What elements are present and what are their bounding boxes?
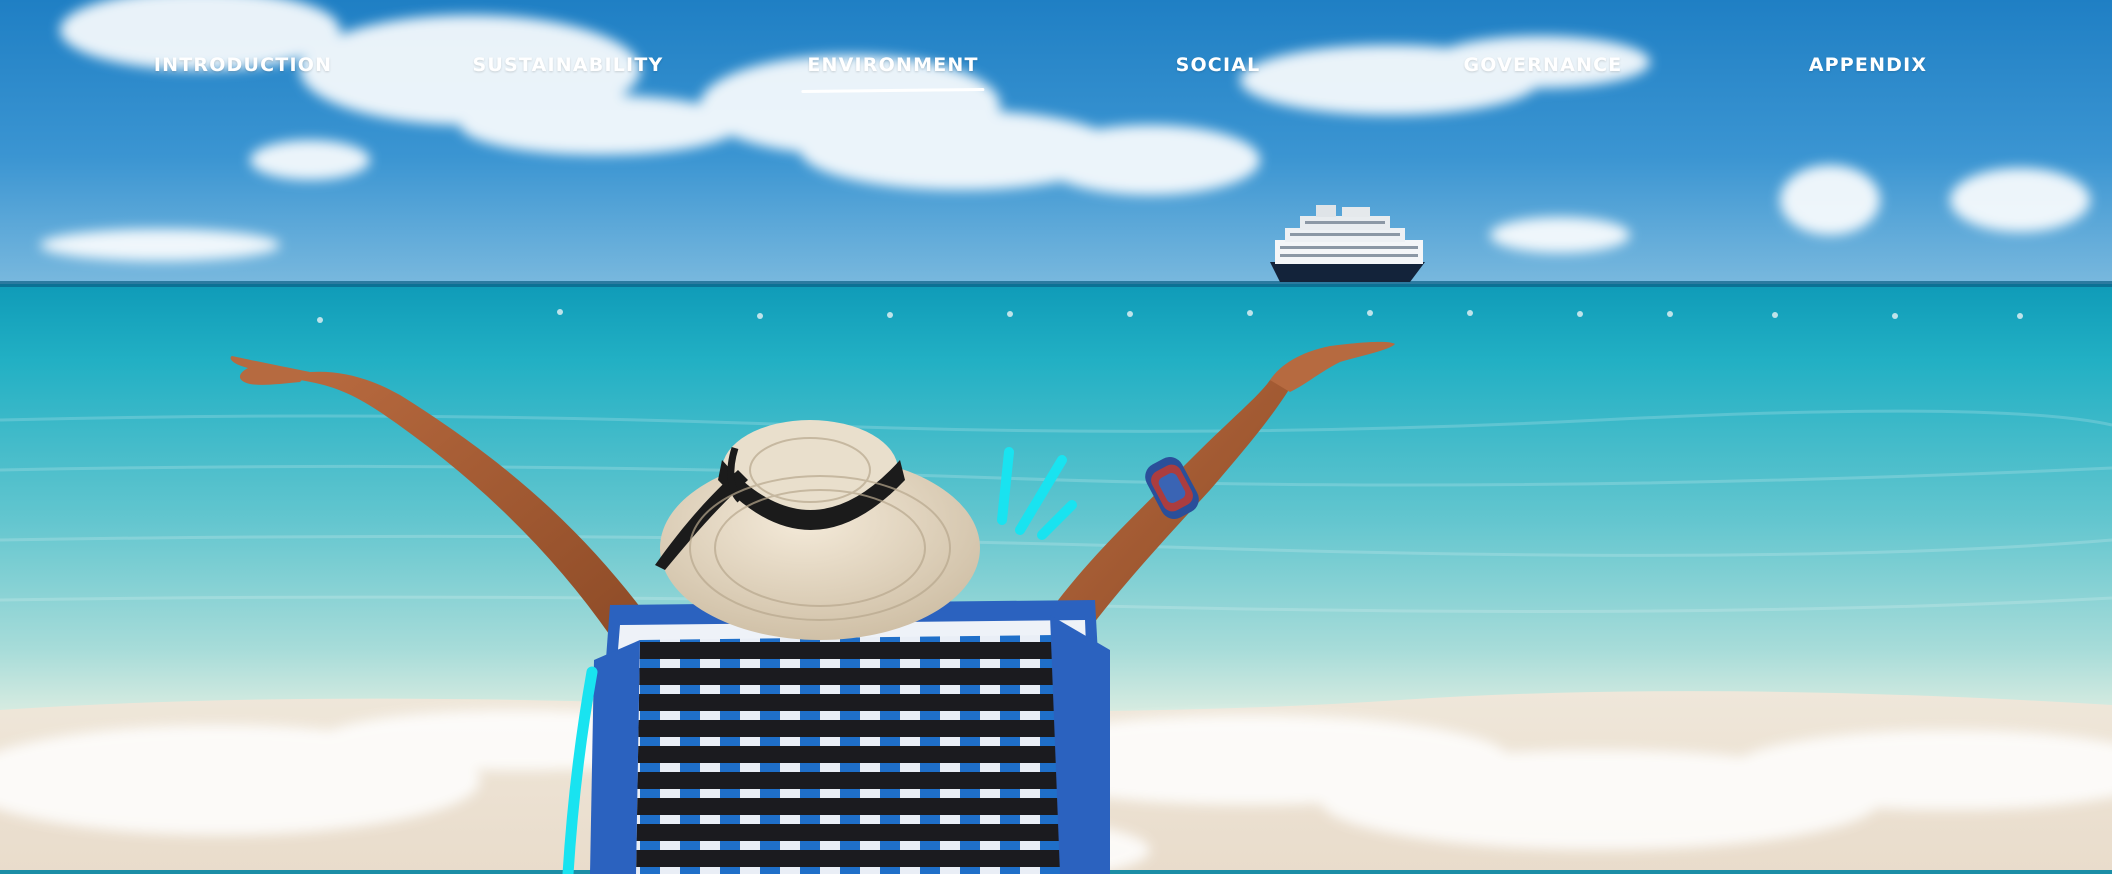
top-navigation: INTRODUCTION SUSTAINABILITY ENVIRONMENT … — [0, 0, 2112, 100]
nav-governance[interactable]: GOVERNANCE — [1464, 50, 1623, 80]
nav-introduction[interactable]: INTRODUCTION — [154, 50, 332, 80]
beach-hero-image — [0, 0, 2112, 874]
nav-social[interactable]: SOCIAL — [1176, 50, 1261, 80]
nav-sustainability[interactable]: SUSTAINABILITY — [473, 50, 664, 80]
nav-environment[interactable]: ENVIRONMENT — [807, 50, 978, 80]
hero-banner: INTRODUCTION SUSTAINABILITY ENVIRONMENT … — [0, 0, 2112, 874]
nav-appendix[interactable]: APPENDIX — [1809, 50, 1928, 80]
beach-chair-with-towel — [590, 600, 1110, 874]
